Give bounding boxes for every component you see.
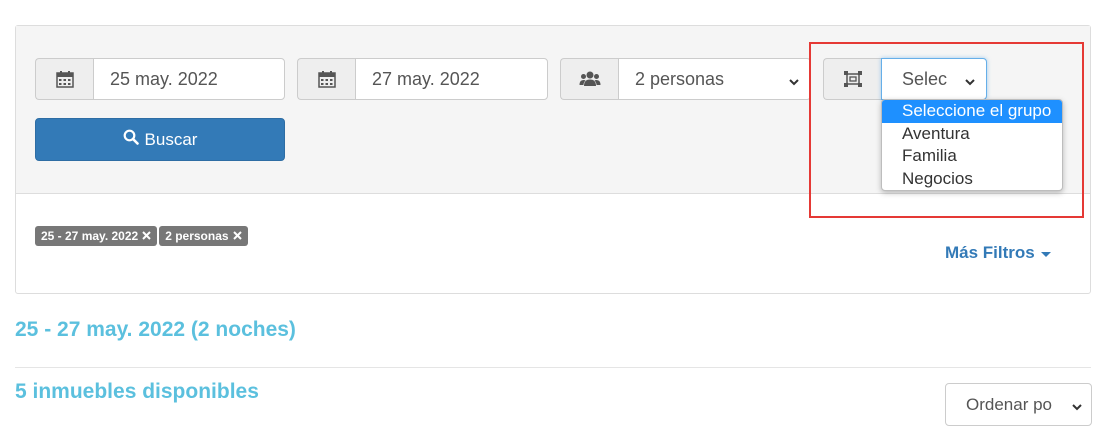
group-select-value: Selec [902, 68, 948, 89]
group-select[interactable]: Selec [881, 58, 987, 100]
group-select-dropdown: Seleccione el grupo Aventura Familia Neg… [881, 99, 1063, 191]
group-select-group: Selec [823, 58, 987, 100]
guests-select[interactable]: 2 personas [618, 58, 811, 100]
checkout-date-input[interactable]: 27 may. 2022 [355, 58, 548, 100]
divider [15, 367, 1091, 368]
results-dates-heading: 25 - 27 may. 2022 (2 noches) [15, 318, 296, 341]
group-option-aventura[interactable]: Aventura [882, 123, 1062, 146]
chevron-down-icon [964, 72, 976, 93]
guests-group: 2 personas [560, 58, 811, 100]
group-select-icon [823, 58, 881, 100]
close-icon[interactable] [142, 229, 151, 243]
checkout-group: 27 may. 2022 [297, 58, 548, 100]
chevron-down-icon [1071, 398, 1083, 418]
active-filters: 25 - 27 may. 2022 2 personas [35, 226, 248, 246]
checkin-date-input[interactable]: 25 may. 2022 [93, 58, 285, 100]
chevron-down-icon [788, 72, 800, 93]
sort-select[interactable]: Ordenar po [945, 383, 1092, 426]
filter-tag-label: 25 - 27 may. 2022 [41, 229, 139, 243]
users-icon [560, 58, 618, 100]
more-filters-toggle[interactable]: Más Filtros [945, 243, 1051, 263]
close-icon[interactable] [232, 229, 242, 243]
search-button[interactable]: Buscar [35, 118, 285, 161]
search-button-label: Buscar [144, 129, 198, 149]
group-option-negocios[interactable]: Negocios [882, 168, 1062, 191]
filter-tag-label: 2 personas [165, 229, 229, 243]
group-option-default[interactable]: Seleccione el grupo [882, 100, 1062, 123]
calendar-icon [297, 58, 355, 100]
caret-down-icon [1040, 243, 1051, 263]
results-count-heading: 5 inmuebles disponibles [15, 380, 259, 403]
guests-select-value: 2 personas [635, 68, 725, 89]
calendar-icon [35, 58, 93, 100]
search-icon [123, 129, 139, 150]
filter-tag-dates[interactable]: 25 - 27 may. 2022 [35, 226, 158, 246]
checkin-group: 25 may. 2022 [35, 58, 285, 100]
more-filters-label: Más Filtros [945, 243, 1035, 262]
filter-tag-guests[interactable]: 2 personas [159, 226, 248, 246]
group-option-familia[interactable]: Familia [882, 145, 1062, 168]
sort-select-value: Ordenar po [966, 394, 1052, 414]
